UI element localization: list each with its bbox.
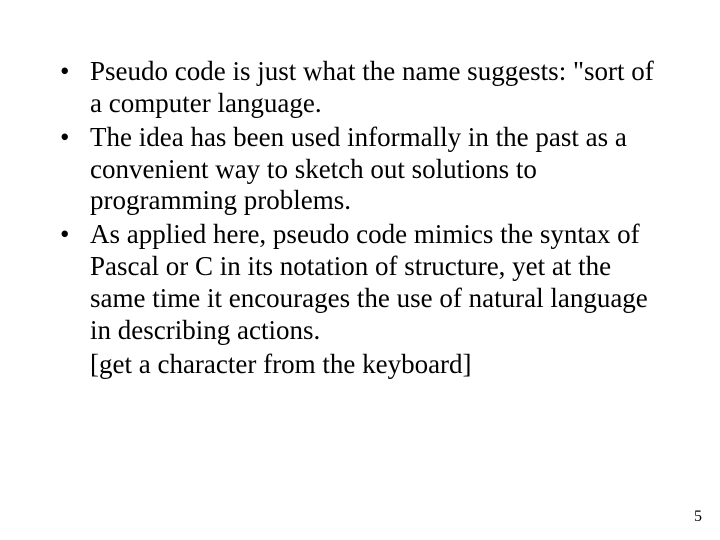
bullet-item: Pseudo code is just what the name sugges… xyxy=(54,56,666,120)
bullet-text: The idea has been used informally in the… xyxy=(90,122,627,216)
bullet-item: As applied here, pseudo code mimics the … xyxy=(54,219,666,346)
bullet-text: As applied here, pseudo code mimics the … xyxy=(90,219,648,345)
page-number: 5 xyxy=(694,508,702,526)
bullet-item: The idea has been used informally in the… xyxy=(54,122,666,218)
bullet-text: Pseudo code is just what the name sugges… xyxy=(90,56,654,118)
slide: Pseudo code is just what the name sugges… xyxy=(0,0,720,540)
example-line: [get a character from the keyboard] xyxy=(0,349,720,381)
bullet-list: Pseudo code is just what the name sugges… xyxy=(0,0,720,347)
